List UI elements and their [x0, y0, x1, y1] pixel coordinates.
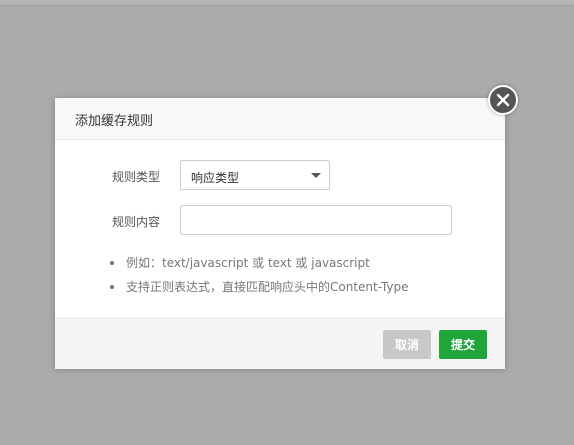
close-dialog-button[interactable]	[488, 85, 518, 115]
tip-example-text: 例如：text/javascript 或 text 或 javascript	[126, 256, 370, 270]
bullet-icon	[110, 261, 114, 265]
rule-content-input[interactable]	[180, 205, 452, 235]
dialog-title: 添加缓存规则	[75, 114, 154, 129]
bullet-icon	[110, 285, 114, 289]
cancel-button[interactable]: 取消	[383, 330, 431, 359]
tip-item: 支持正则表达式，直接匹配响应头中的Content-Type	[110, 279, 409, 303]
tip-regex-text: 支持正则表达式，直接匹配响应头中的Content-Type	[126, 280, 409, 294]
tips-list: 例如：text/javascript 或 text 或 javascript 支…	[110, 255, 409, 303]
submit-button[interactable]: 提交	[439, 330, 487, 359]
caret-down-icon	[311, 173, 321, 178]
dialog-header: 添加缓存规则	[55, 98, 505, 140]
rule-content-label: 规则内容	[112, 215, 161, 229]
rule-type-label: 规则类型	[112, 170, 161, 184]
background-toolbar-edge	[0, 0, 574, 6]
add-cache-rule-dialog: 添加缓存规则 规则类型 响应类型 规则内容 例如：text/javascript…	[55, 98, 505, 369]
rule-type-select[interactable]: 响应类型	[180, 160, 330, 190]
dialog-footer: 取消 提交	[55, 318, 505, 369]
rule-type-selected-value: 响应类型	[191, 171, 240, 185]
close-icon	[496, 93, 510, 107]
tip-item: 例如：text/javascript 或 text 或 javascript	[110, 255, 409, 279]
